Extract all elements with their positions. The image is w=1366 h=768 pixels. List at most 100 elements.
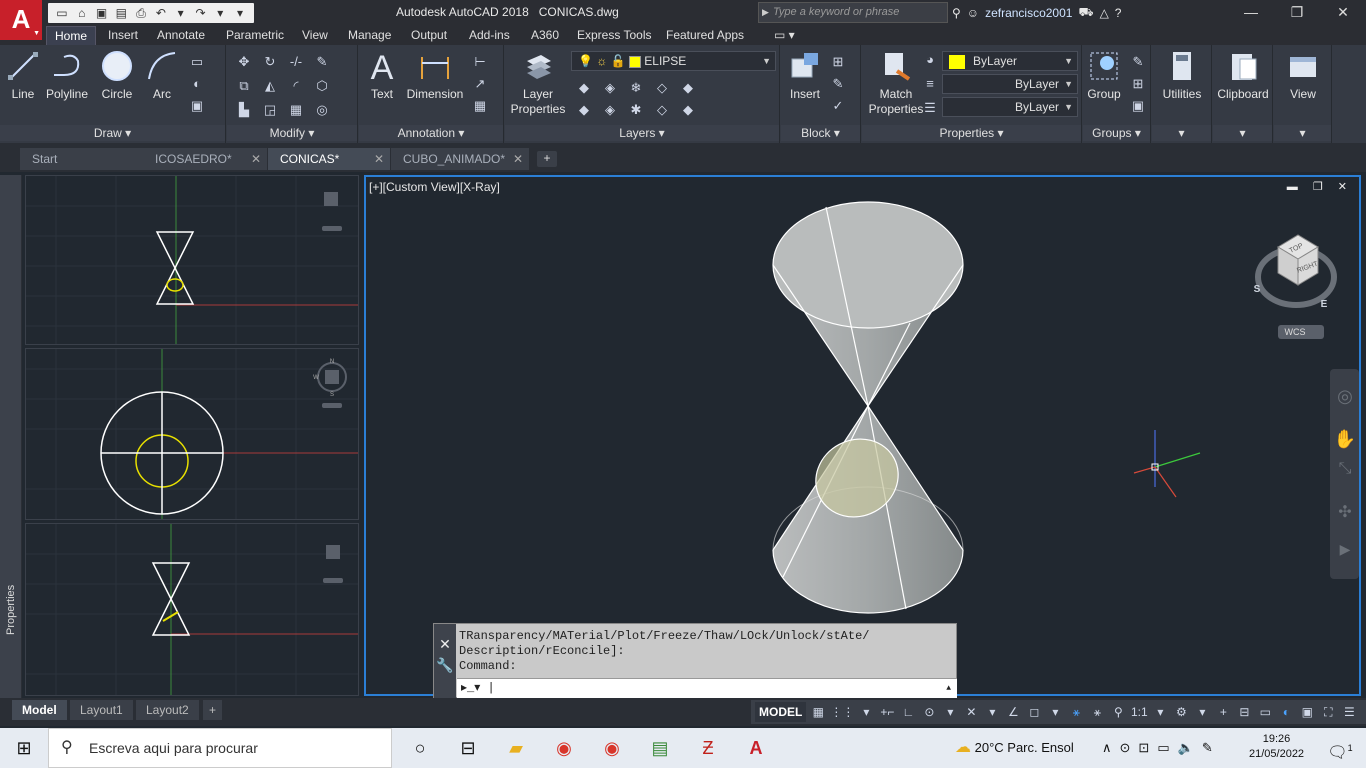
clipboard-button[interactable]: Clipboard: [1215, 49, 1271, 101]
tab-annotate[interactable]: Annotate: [149, 26, 213, 45]
hatch-icon[interactable]: ◐: [186, 75, 208, 93]
redo-icon[interactable]: ↷: [193, 5, 209, 21]
units-icon[interactable]: ⊟: [1235, 702, 1253, 722]
close-tab-icon[interactable]: ✕: [374, 148, 384, 170]
tab-output[interactable]: Output: [403, 26, 455, 45]
view-button[interactable]: View: [1278, 49, 1328, 101]
layer-dropdown[interactable]: 💡 ☼ 🔓 ELIPSE ▼: [571, 51, 776, 71]
array-icon[interactable]: ▦: [285, 101, 307, 119]
open-folder-icon[interactable]: ⌂: [74, 5, 90, 21]
viewport-window-controls[interactable]: ▬ ❐ ✕: [1287, 180, 1353, 193]
properties-panel-title[interactable]: Properties ▾: [862, 125, 1081, 141]
layer-match-icon[interactable]: ◆: [677, 79, 699, 97]
close-tab-icon[interactable]: ✕: [251, 148, 261, 170]
chrome-profile-icon[interactable]: ◉: [588, 728, 636, 768]
layer-previous-icon[interactable]: ◆: [573, 101, 595, 119]
save-as-icon[interactable]: ▤: [113, 5, 129, 21]
color-dropdown[interactable]: ByLayer ▼: [942, 51, 1078, 71]
erase-icon[interactable]: ✎: [311, 53, 333, 71]
workspace-gear-icon[interactable]: ⚙: [1172, 702, 1190, 722]
layer-properties-button[interactable]: Layer Properties: [509, 49, 567, 117]
tab-a360[interactable]: A360: [523, 26, 567, 45]
layer-freeze-icon[interactable]: ❄: [625, 79, 647, 97]
viewcube-e[interactable]: E: [1321, 299, 1328, 310]
layers-panel-title[interactable]: Layers ▾: [505, 125, 779, 141]
network-icon[interactable]: ⊡: [1138, 728, 1149, 768]
viewport-top[interactable]: [25, 175, 359, 345]
customization-icon[interactable]: ☰: [1340, 702, 1358, 722]
dimension-button[interactable]: Dimension: [405, 49, 465, 101]
taskbar-search-input[interactable]: ⚲ Escreva aqui para procurar: [48, 728, 392, 768]
polar-icon[interactable]: ⊙: [920, 702, 938, 722]
tray-expand-icon[interactable]: ∧: [1102, 728, 1112, 768]
pen-icon[interactable]: ✎: [1202, 728, 1213, 768]
search-input[interactable]: ▶ Type a keyword or phrase: [758, 2, 948, 23]
layout-tab-layout2[interactable]: Layout2: [136, 700, 199, 720]
annotation-panel-title[interactable]: Annotation ▾: [359, 125, 503, 141]
task-view-icon[interactable]: ⊟: [444, 728, 492, 768]
linetype-dropdown[interactable]: ByLayer ▼: [942, 74, 1078, 94]
model-space-toggle[interactable]: MODEL: [755, 702, 807, 722]
rectangle-icon[interactable]: ▭: [186, 53, 208, 71]
modify-panel-title[interactable]: Modify ▾: [227, 125, 357, 141]
wrench-icon[interactable]: 🔧: [434, 657, 456, 674]
linear-dim-icon[interactable]: ⊢: [469, 53, 491, 71]
clean-screen-icon[interactable]: ⛶: [1319, 702, 1337, 722]
layer-unlock-icon[interactable]: ◇: [651, 101, 673, 119]
layer-change-icon[interactable]: ◆: [677, 101, 699, 119]
block-panel-title[interactable]: Block ▾: [781, 125, 860, 141]
scale-icon[interactable]: ◲: [259, 101, 281, 119]
zoom-extents-icon[interactable]: ⤡: [1339, 460, 1352, 477]
file-tab-conicas[interactable]: CONICAS* ✕: [268, 148, 390, 170]
annotation-visibility-icon[interactable]: ⚹: [1067, 702, 1085, 722]
text-button[interactable]: A Text: [365, 49, 399, 101]
filezilla-icon[interactable]: Ƶ: [684, 728, 732, 768]
leader-icon[interactable]: ↗: [469, 75, 491, 93]
annotation-monitor-icon[interactable]: +: [1214, 702, 1232, 722]
undo-icon[interactable]: ↶: [153, 5, 169, 21]
dropdown-icon[interactable]: ▾: [1193, 702, 1211, 722]
graphics-performance-icon[interactable]: ▣: [1298, 702, 1316, 722]
plot-icon[interactable]: ⎙: [133, 5, 149, 21]
save-icon[interactable]: ▣: [94, 5, 110, 21]
clipboard-expand[interactable]: ▾: [1213, 125, 1272, 141]
layer-isolate-icon[interactable]: ◈: [599, 79, 621, 97]
battery-icon[interactable]: ▭: [1157, 728, 1169, 768]
pan-icon[interactable]: ✋: [1334, 428, 1356, 449]
circle-button[interactable]: Circle: [98, 49, 136, 101]
maximize-icon[interactable]: ❐: [1274, 0, 1320, 25]
tab-manage[interactable]: Manage: [340, 26, 399, 45]
group-selection-icon[interactable]: ▣: [1127, 97, 1149, 115]
tab-view[interactable]: View: [294, 26, 336, 45]
weather-widget[interactable]: ☁ 20°C Parc. Ensol: [955, 728, 1074, 768]
quick-properties-icon[interactable]: ▭: [1256, 702, 1274, 722]
main-viewport[interactable]: [+][Custom View][X-Ray] ▬ ❐ ✕ TOP RIGHT …: [364, 175, 1361, 696]
layer-thaw-icon[interactable]: ✱: [625, 101, 647, 119]
customize-qat-icon[interactable]: ▾: [232, 5, 248, 21]
file-explorer-icon[interactable]: ▰: [492, 728, 540, 768]
isolate-objects-icon[interactable]: ◐: [1277, 702, 1295, 722]
infer-constraints-icon[interactable]: +⌐: [878, 702, 896, 722]
wcs-menu[interactable]: WCS: [1285, 327, 1306, 337]
close-icon[interactable]: ✕: [1320, 0, 1366, 25]
group-edit-icon[interactable]: ⊞: [1127, 75, 1149, 93]
utilities-expand[interactable]: ▾: [1152, 125, 1211, 141]
create-block-icon[interactable]: ⊞: [827, 53, 849, 71]
file-tab-start[interactable]: Start: [20, 148, 146, 170]
grid-icon[interactable]: ▦: [809, 702, 827, 722]
application-menu-button[interactable]: A ▼: [0, 0, 42, 40]
move-icon[interactable]: ✥: [233, 53, 255, 71]
layer-off-icon[interactable]: ◆: [573, 79, 595, 97]
notification-center-icon[interactable]: 🗨1: [1320, 728, 1360, 768]
steering-wheel-icon[interactable]: ◎: [1337, 386, 1353, 406]
offset-icon[interactable]: ◎: [311, 101, 333, 119]
volume-icon[interactable]: 🔈: [1178, 728, 1194, 768]
tab-featured-apps[interactable]: Featured Apps: [658, 26, 752, 45]
viewport-side[interactable]: [25, 523, 359, 696]
autodesk-icon[interactable]: △: [1100, 6, 1109, 20]
command-input[interactable]: ▸_▾ | ▲: [457, 678, 957, 698]
ribbon-options-icon[interactable]: ▭ ▾: [766, 26, 803, 45]
cortana-icon[interactable]: ○: [396, 728, 444, 768]
file-tab-cubo-animado[interactable]: CUBO_ANIMADO* ✕: [391, 148, 529, 170]
rotate-icon[interactable]: ↻: [259, 53, 281, 71]
